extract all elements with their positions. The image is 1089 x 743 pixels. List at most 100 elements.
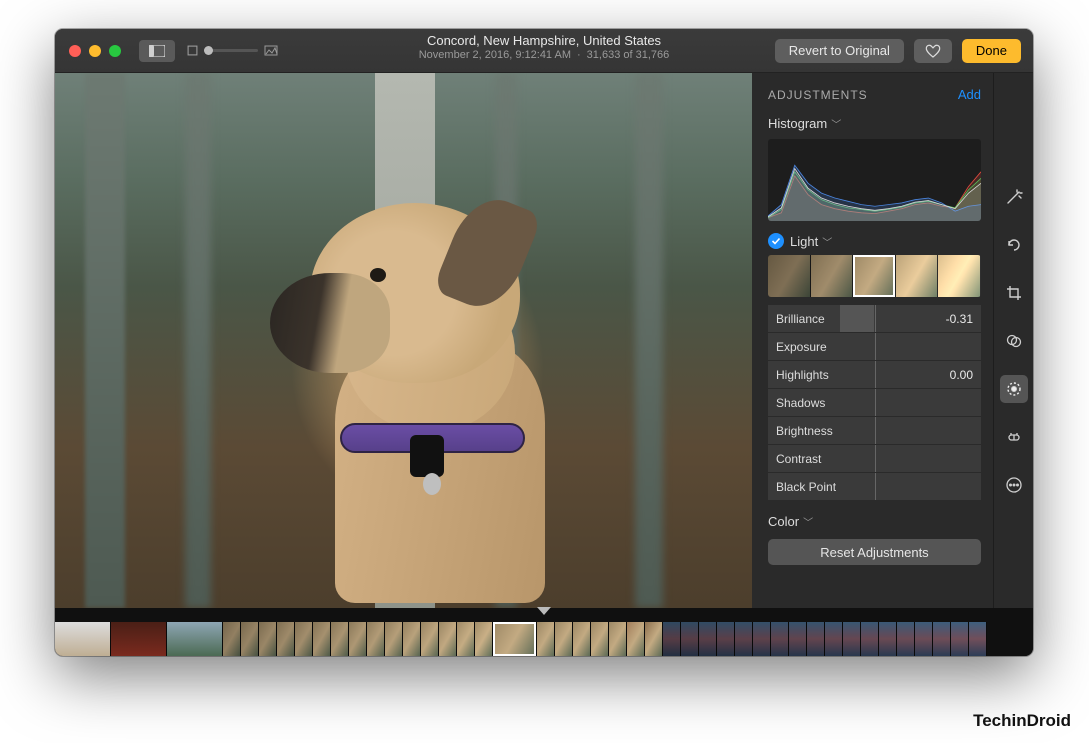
thumbnail[interactable] (331, 622, 349, 656)
thumbnail[interactable] (609, 622, 627, 656)
favorite-button[interactable] (914, 39, 952, 63)
magic-wand-icon[interactable] (1000, 183, 1028, 211)
thumbnail[interactable] (537, 622, 555, 656)
slider-value: -0.31 (946, 312, 981, 326)
photo-canvas[interactable] (55, 73, 752, 608)
thumbnail[interactable] (167, 622, 223, 656)
thumbnail[interactable] (367, 622, 385, 656)
thumbnail[interactable] (555, 622, 573, 656)
close-icon[interactable] (69, 45, 81, 57)
slider-label: Contrast (768, 452, 862, 466)
thumbnail[interactable] (771, 622, 789, 656)
thumbnail[interactable] (753, 622, 771, 656)
adjustments-title: ADJUSTMENTS (768, 88, 868, 102)
sidebar-toggle-button[interactable] (139, 40, 175, 62)
thumbnail[interactable] (295, 622, 313, 656)
zoom-slider[interactable] (187, 45, 278, 56)
thumbnail[interactable] (789, 622, 807, 656)
photo-location: Concord, New Hampshire, United States (419, 33, 670, 49)
crop-icon[interactable] (1000, 279, 1028, 307)
thumbnail-selected[interactable] (493, 622, 537, 656)
add-adjustment-button[interactable]: Add (958, 87, 981, 102)
thumbnail[interactable] (277, 622, 295, 656)
color-section-toggle[interactable]: Color ﹀ (768, 514, 981, 529)
thumbnail[interactable] (241, 622, 259, 656)
slider-brightness[interactable]: Brightness (768, 417, 981, 444)
thumbnail[interactable] (421, 622, 439, 656)
app-window: Concord, New Hampshire, United States No… (55, 29, 1033, 656)
title-center: Concord, New Hampshire, United States No… (419, 33, 670, 63)
thumbnail[interactable] (663, 622, 681, 656)
rotate-icon[interactable] (1000, 231, 1028, 259)
thumbnail[interactable] (645, 622, 663, 656)
thumbnail[interactable] (223, 622, 241, 656)
slider-value: 0.00 (950, 368, 981, 382)
watermark: TechinDroid (973, 711, 1071, 731)
chevron-down-icon: ﹀ (822, 234, 832, 249)
thumbnail[interactable] (699, 622, 717, 656)
light-preview-strip[interactable] (768, 255, 981, 297)
thumbnail[interactable] (55, 622, 111, 656)
chevron-down-icon: ﹀ (803, 514, 813, 529)
thumbnail[interactable] (825, 622, 843, 656)
zoom-icon[interactable] (109, 45, 121, 57)
thumbnail[interactable] (475, 622, 493, 656)
content: ADJUSTMENTS Add Histogram ﹀ Light (55, 73, 1033, 608)
thumbnail[interactable] (349, 622, 367, 656)
thumbnail[interactable] (897, 622, 915, 656)
slider-label: Brilliance (768, 312, 862, 326)
thumbnail[interactable] (313, 622, 331, 656)
more-icon[interactable] (1000, 471, 1028, 499)
adjustments-panel: ADJUSTMENTS Add Histogram ﹀ Light (752, 73, 1033, 608)
thumbnail[interactable] (573, 622, 591, 656)
slider-brilliance[interactable]: Brilliance -0.31 (768, 305, 981, 332)
light-enabled-toggle[interactable] (768, 233, 784, 249)
chevron-down-icon: ﹀ (831, 116, 841, 131)
thumbnail[interactable] (259, 622, 277, 656)
thumbnail[interactable] (111, 622, 167, 656)
thumbnail[interactable] (735, 622, 753, 656)
reset-adjustments-button[interactable]: Reset Adjustments (768, 539, 981, 565)
retouch-icon[interactable] (1000, 423, 1028, 451)
thumbnail[interactable] (385, 622, 403, 656)
thumbnail[interactable] (439, 622, 457, 656)
minimize-icon[interactable] (89, 45, 101, 57)
photo-counter: 31,633 of 31,766 (587, 49, 670, 61)
thumbnail[interactable] (681, 622, 699, 656)
thumbnail[interactable] (933, 622, 951, 656)
light-section-toggle[interactable]: Light ﹀ (790, 234, 832, 249)
filmstrip-caret-icon (537, 607, 551, 615)
thumbnail[interactable] (717, 622, 735, 656)
window-controls (55, 45, 121, 57)
thumbnail[interactable] (457, 622, 475, 656)
thumbnail[interactable] (951, 622, 969, 656)
slider-contrast[interactable]: Contrast (768, 445, 981, 472)
thumbnail[interactable] (879, 622, 897, 656)
photo-datetime: November 2, 2016, 9:12:41 AM (419, 49, 571, 61)
tool-rail (993, 73, 1033, 608)
histogram (768, 139, 981, 221)
thumbnail[interactable] (861, 622, 879, 656)
histogram-toggle[interactable]: Histogram ﹀ (768, 116, 981, 131)
thumbnail[interactable] (843, 622, 861, 656)
slider-label: Brightness (768, 424, 862, 438)
slider-label: Black Point (768, 480, 862, 494)
thumbnail[interactable] (591, 622, 609, 656)
thumbnail[interactable] (969, 622, 987, 656)
slider-highlights[interactable]: Highlights 0.00 (768, 361, 981, 388)
slider-black-point[interactable]: Black Point (768, 473, 981, 500)
photo-meta: November 2, 2016, 9:12:41 AM 31,633 of 31… (419, 49, 670, 63)
done-button[interactable]: Done (962, 39, 1021, 63)
revert-button[interactable]: Revert to Original (775, 39, 904, 63)
thumbnail[interactable] (915, 622, 933, 656)
filters-icon[interactable] (1000, 327, 1028, 355)
slider-label: Highlights (768, 368, 862, 382)
titlebar: Concord, New Hampshire, United States No… (55, 29, 1033, 73)
slider-exposure[interactable]: Exposure (768, 333, 981, 360)
thumbnail[interactable] (807, 622, 825, 656)
adjust-icon[interactable] (1000, 375, 1028, 403)
thumbnail[interactable] (627, 622, 645, 656)
filmstrip[interactable] (55, 608, 1033, 656)
slider-shadows[interactable]: Shadows (768, 389, 981, 416)
thumbnail[interactable] (403, 622, 421, 656)
